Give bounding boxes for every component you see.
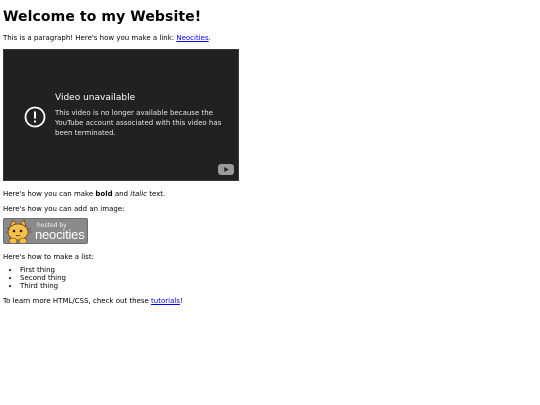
neocities-link[interactable]: Neocities bbox=[176, 34, 208, 42]
youtube-logo-icon[interactable] bbox=[218, 164, 234, 175]
list-item: First thing bbox=[20, 266, 66, 274]
formatting-end: text. bbox=[146, 190, 166, 198]
page-title: Welcome to my Website! bbox=[3, 9, 202, 25]
outro-exclamation: ! bbox=[179, 297, 183, 305]
list-item: Second thing bbox=[20, 274, 66, 282]
list-intro: Here's how to make a list: bbox=[3, 253, 94, 261]
outro-text: To learn more HTML/CSS, check out these bbox=[3, 297, 152, 305]
tutorials-link[interactable]: tutorials bbox=[151, 297, 180, 305]
italic-text: italic bbox=[130, 190, 147, 198]
neocities-cat-icon bbox=[6, 219, 32, 243]
intro-period: . bbox=[208, 34, 211, 42]
outro-paragraph: To learn more HTML/CSS, check out these … bbox=[3, 297, 183, 306]
video-unavailable-title: Video unavailable bbox=[55, 93, 136, 103]
image-intro: Here's how you can add an image: bbox=[3, 205, 125, 213]
formatting-and: and bbox=[112, 190, 131, 198]
badge-brand: neocities bbox=[35, 227, 85, 242]
video-unavailable-message: This video is no longer available becaus… bbox=[55, 109, 222, 137]
hosted-by-neocities-badge: hosted by neocities bbox=[3, 218, 88, 244]
info-icon bbox=[24, 106, 46, 128]
formatting-paragraph: Here's how you can make bold and italic … bbox=[3, 190, 165, 199]
example-list: First thing Second thing Third thing bbox=[3, 266, 66, 290]
list-item: Third thing bbox=[20, 282, 66, 290]
bold-text: bold bbox=[95, 190, 113, 198]
formatting-text: Here's how you can make bbox=[3, 190, 96, 198]
youtube-embed[interactable]: Video unavailable This video is no longe… bbox=[3, 49, 239, 181]
intro-text: This is a paragraph! Here's how you make… bbox=[3, 34, 177, 42]
intro-paragraph: This is a paragraph! Here's how you make… bbox=[3, 34, 211, 43]
